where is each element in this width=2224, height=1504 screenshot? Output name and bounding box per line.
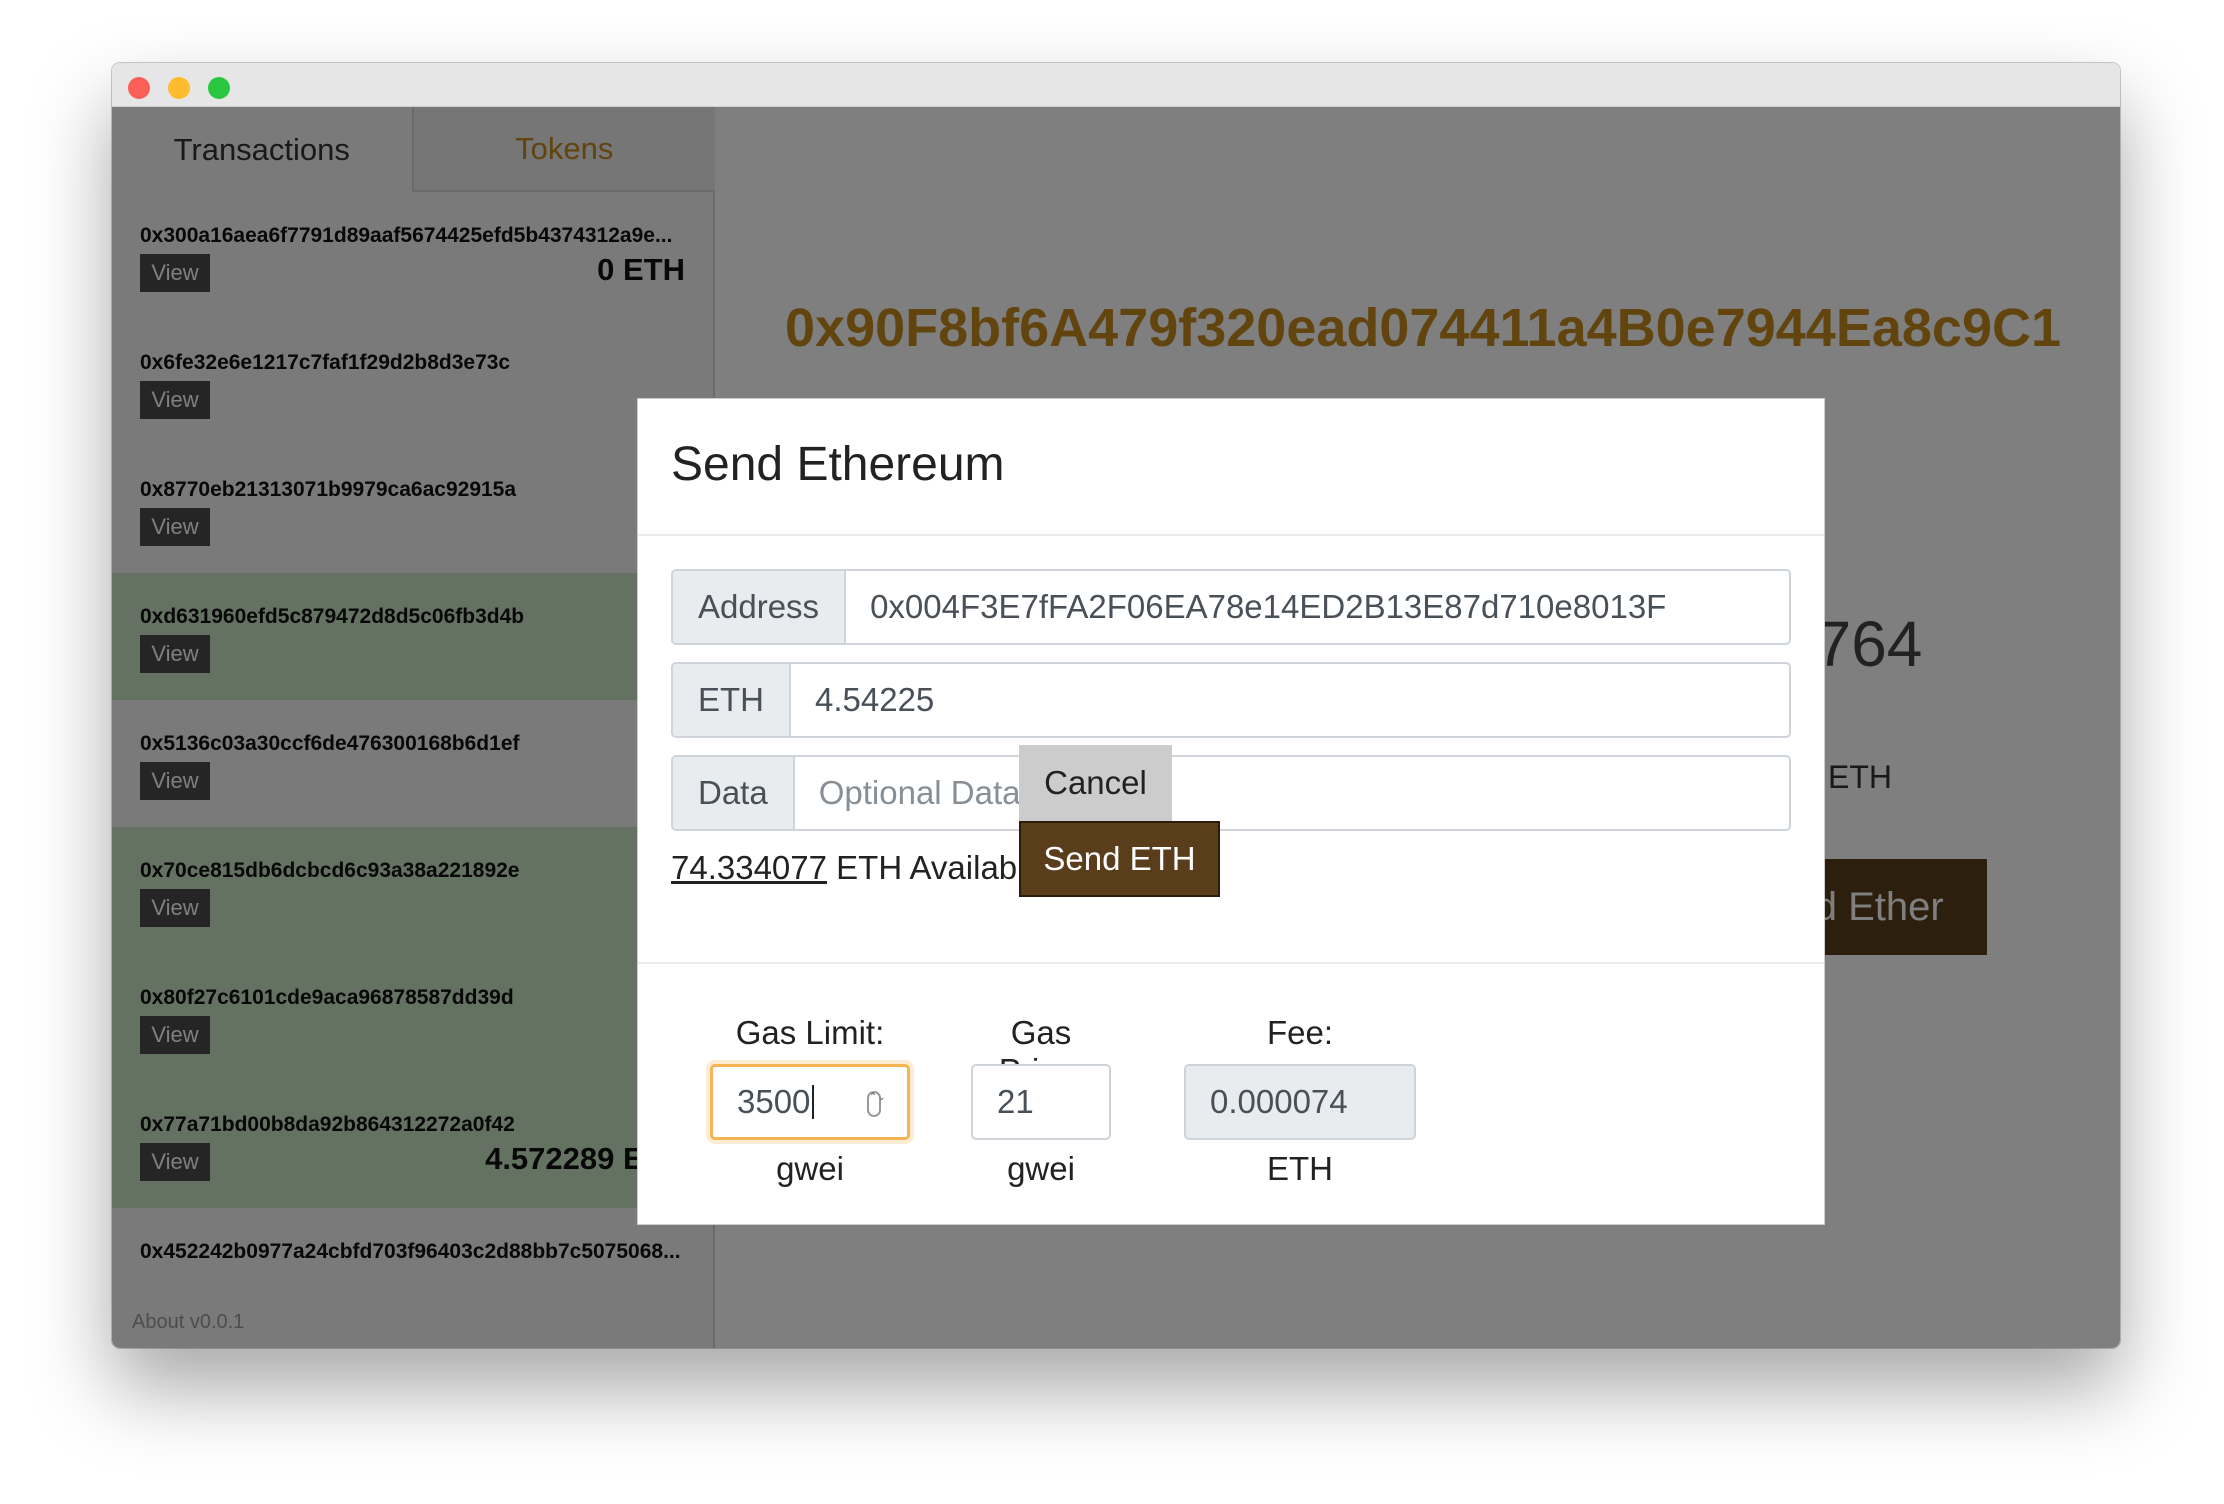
gas-limit-input[interactable]: 3500 ⌃⌄ bbox=[710, 1064, 910, 1140]
modal-header: Send Ethereum bbox=[638, 399, 1824, 536]
fee-column: Fee: 0.000074 ETH bbox=[1184, 1014, 1416, 1188]
minimize-window-button[interactable] bbox=[168, 77, 190, 99]
zoom-window-button[interactable] bbox=[208, 77, 230, 99]
gas-limit-unit: gwei bbox=[776, 1150, 844, 1187]
gas-price-label: Gas Price: bbox=[999, 1014, 1083, 1089]
available-amount-link[interactable]: 74.334077 bbox=[671, 849, 827, 886]
eth-amount-input-group: ETH 4.54225 bbox=[671, 662, 1791, 738]
eth-label: ETH bbox=[673, 664, 791, 736]
fee-unit: ETH bbox=[1267, 1150, 1333, 1187]
gas-limit-column: Gas Limit: 3500 ⌃⌄ gwei bbox=[710, 1014, 910, 1188]
gas-price-column: Gas Price: 21 gwei bbox=[971, 1014, 1111, 1188]
data-label: Data bbox=[673, 757, 795, 829]
fee-display: 0.000074 bbox=[1184, 1064, 1416, 1140]
text-caret bbox=[812, 1085, 815, 1119]
address-input-group: Address 0x004F3E7fFA2F06EA78e14ED2B13E87… bbox=[671, 569, 1791, 645]
data-input-group: Data Optional Data bbox=[671, 755, 1791, 831]
gas-price-input[interactable]: 21 bbox=[971, 1064, 1111, 1140]
number-spinner-icon[interactable]: ⌃⌄ bbox=[867, 1091, 886, 1117]
gas-limit-label: Gas Limit: bbox=[735, 1014, 885, 1051]
gas-limit-value: 3500 bbox=[737, 1083, 811, 1120]
title-bar bbox=[112, 63, 2120, 107]
address-input[interactable]: 0x004F3E7fFA2F06EA78e14ED2B13E87d710e801… bbox=[846, 571, 1789, 643]
gas-price-unit: gwei bbox=[1007, 1150, 1075, 1187]
send-eth-button[interactable]: Send ETH bbox=[1019, 821, 1220, 897]
send-ethereum-modal: Send Ethereum Address 0x004F3E7fFA2F06EA… bbox=[637, 398, 1825, 1225]
eth-amount-input[interactable]: 4.54225 bbox=[791, 664, 1789, 736]
fee-label: Fee: bbox=[1266, 1014, 1334, 1051]
data-input[interactable]: Optional Data bbox=[795, 757, 1789, 829]
available-suffix: ETH Available bbox=[827, 849, 1043, 886]
app-window: Transactions Tokens 0x300a16aea6f7791d89… bbox=[112, 63, 2120, 1348]
close-window-button[interactable] bbox=[128, 77, 150, 99]
address-label: Address bbox=[673, 571, 847, 643]
cancel-button[interactable]: Cancel bbox=[1019, 745, 1172, 821]
available-balance: 74.334077 ETH Available bbox=[671, 849, 1043, 887]
modal-footer: Gas Limit: 3500 ⌃⌄ gwei Gas Price: 21 gw… bbox=[638, 962, 1824, 1226]
modal-title: Send Ethereum bbox=[671, 438, 1005, 491]
